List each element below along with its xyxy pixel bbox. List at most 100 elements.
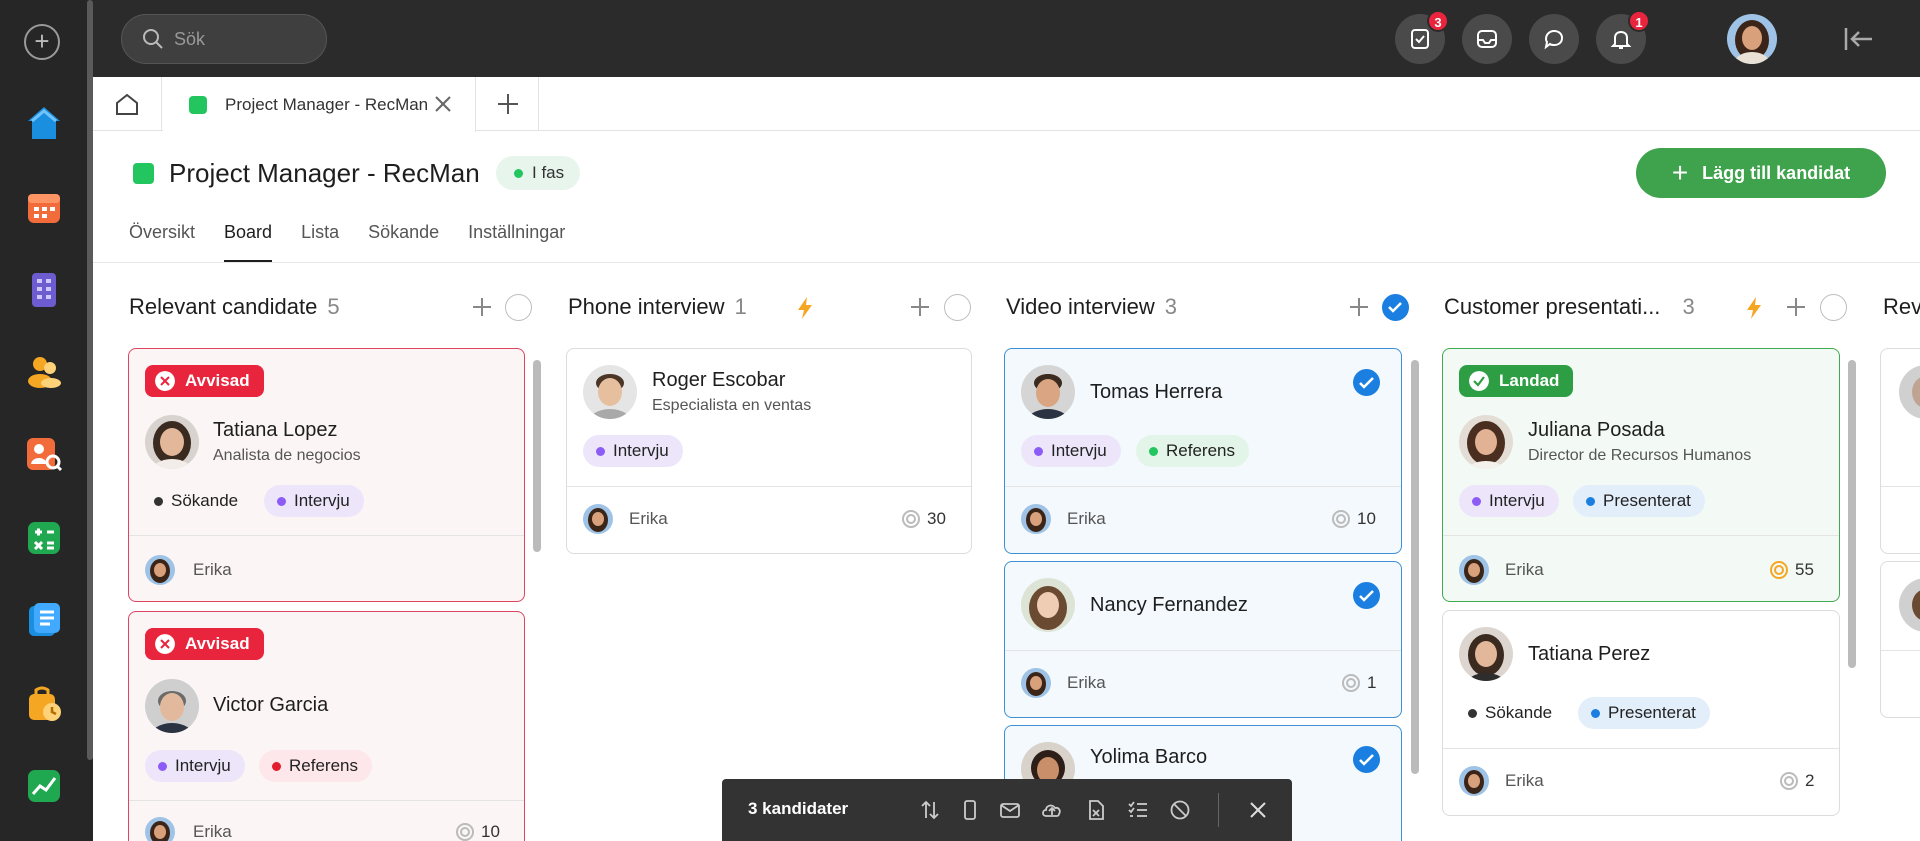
calculator-app-icon[interactable] bbox=[20, 514, 68, 562]
tab-overview[interactable]: Översikt bbox=[129, 222, 195, 262]
candidate-name[interactable]: Roger Escobar bbox=[652, 369, 785, 392]
add-to-column-icon[interactable] bbox=[1785, 296, 1807, 318]
card-divider bbox=[567, 486, 971, 487]
calendar-app-icon[interactable] bbox=[20, 183, 68, 231]
automation-bolt-icon[interactable] bbox=[796, 296, 814, 320]
avatar bbox=[1021, 365, 1075, 419]
avatar bbox=[1899, 578, 1920, 632]
home-app-icon[interactable] bbox=[20, 99, 68, 147]
select-column-checkbox[interactable] bbox=[1820, 294, 1847, 321]
score: 10 bbox=[1331, 509, 1376, 529]
bell-icon bbox=[1610, 30, 1632, 49]
card-select-checkbox[interactable] bbox=[1353, 582, 1380, 609]
close-tab-icon[interactable] bbox=[433, 94, 453, 114]
home-tab[interactable] bbox=[93, 77, 162, 131]
candidate-name[interactable]: Juliana Posada bbox=[1528, 419, 1665, 442]
excel-export-icon[interactable] bbox=[1084, 798, 1108, 822]
avatar bbox=[583, 365, 637, 419]
tab-board[interactable]: Board bbox=[224, 222, 273, 262]
chat-button[interactable] bbox=[1529, 14, 1579, 64]
card-select-checkbox[interactable] bbox=[1353, 746, 1380, 773]
select-column-checkbox[interactable] bbox=[505, 294, 532, 321]
candidate-card[interactable]: Tomas Herrera Intervju Referens Erika 10 bbox=[1004, 348, 1402, 554]
tab-project-manager[interactable]: Project Manager - RecMan bbox=[163, 77, 476, 132]
contacts-app-icon[interactable] bbox=[20, 347, 68, 395]
column-header-customer-presentation: Customer presentati... 3 bbox=[1444, 290, 1849, 326]
card-select-checkbox[interactable] bbox=[1353, 369, 1380, 396]
notifications-button[interactable]: 1 bbox=[1596, 10, 1650, 64]
tag-applicant: Sökande bbox=[141, 485, 252, 517]
owner-name: Erika bbox=[1067, 673, 1106, 692]
candidate-card[interactable] bbox=[1880, 561, 1920, 718]
tab-settings[interactable]: Inställningar bbox=[468, 222, 565, 262]
create-new-icon[interactable]: + bbox=[24, 24, 60, 60]
checklist-icon[interactable] bbox=[1126, 798, 1150, 822]
search-input[interactable] bbox=[174, 28, 314, 50]
mobile-sms-icon[interactable] bbox=[958, 798, 982, 822]
add-candidate-button[interactable]: + Lägg till kandidat bbox=[1636, 148, 1886, 198]
tab-list[interactable]: Lista bbox=[301, 222, 339, 262]
candidate-card[interactable] bbox=[1880, 348, 1920, 554]
owner-avatar bbox=[583, 504, 613, 534]
close-icon[interactable] bbox=[1246, 798, 1270, 822]
search-box[interactable] bbox=[121, 14, 327, 64]
selected-count: 3 kandidater bbox=[748, 799, 849, 818]
top-bar: 3 1 bbox=[93, 0, 1920, 77]
column-header-review: Rev bbox=[1883, 290, 1920, 326]
add-to-column-icon[interactable] bbox=[471, 296, 493, 318]
candidate-card[interactable]: Roger Escobar Especialista en ventas Int… bbox=[566, 348, 972, 554]
candidate-name[interactable]: Nancy Fernandez bbox=[1090, 594, 1248, 617]
new-tab-button[interactable] bbox=[477, 77, 539, 131]
email-icon[interactable] bbox=[998, 798, 1022, 822]
select-column-checkbox[interactable] bbox=[944, 294, 971, 321]
column-scrollbar[interactable] bbox=[533, 360, 541, 552]
sort-arrows-icon[interactable] bbox=[918, 798, 942, 822]
column-scrollbar[interactable] bbox=[1411, 360, 1419, 774]
candidate-name[interactable]: Tatiana Lopez bbox=[213, 419, 338, 442]
block-icon[interactable] bbox=[1168, 798, 1192, 822]
column-title: Video interview 3 bbox=[1006, 294, 1178, 319]
candidate-card[interactable]: Tatiana Perez Sökande Presenterat Erika … bbox=[1442, 610, 1840, 816]
timesheet-app-icon[interactable] bbox=[20, 680, 68, 728]
tag-presented: Presenterat bbox=[1573, 485, 1705, 517]
column-title: Customer presentati... 3 bbox=[1444, 294, 1695, 319]
select-column-checkbox[interactable] bbox=[1382, 294, 1409, 321]
card-divider bbox=[129, 535, 524, 536]
candidate-card[interactable]: Avvisad Victor Garcia Intervju Referens … bbox=[128, 611, 525, 841]
phase-status-badge[interactable]: I fas bbox=[496, 156, 581, 190]
avatar bbox=[1899, 365, 1920, 419]
candidate-card[interactable]: Landad Juliana Posada Director de Recurs… bbox=[1442, 348, 1840, 602]
candidate-name[interactable]: Victor Garcia bbox=[213, 694, 328, 717]
candidate-card[interactable]: Nancy Fernandez Erika 1 bbox=[1004, 561, 1402, 718]
column-scrollbar[interactable] bbox=[1848, 360, 1856, 668]
automation-bolt-icon[interactable] bbox=[1745, 296, 1763, 320]
owner-avatar bbox=[1459, 766, 1489, 796]
user-avatar[interactable] bbox=[1727, 14, 1777, 64]
checkmark-icon bbox=[1359, 754, 1374, 766]
add-to-column-icon[interactable] bbox=[909, 296, 931, 318]
tasks-button[interactable]: 3 bbox=[1395, 10, 1449, 64]
cloud-upload-icon[interactable] bbox=[1040, 798, 1064, 822]
status-badge: Landad bbox=[1459, 365, 1574, 397]
documents-app-icon[interactable] bbox=[20, 596, 68, 644]
add-to-column-icon[interactable] bbox=[1348, 296, 1370, 318]
column-header-phone: Phone interview 1 bbox=[568, 290, 973, 326]
analytics-app-icon[interactable] bbox=[20, 762, 68, 810]
tab-applicants[interactable]: Sökande bbox=[368, 222, 439, 262]
candidate-name[interactable]: Tatiana Perez bbox=[1528, 643, 1650, 666]
candidate-name[interactable]: Yolima Barco bbox=[1090, 746, 1207, 769]
owner-avatar bbox=[1459, 555, 1489, 585]
collapse-panel-button[interactable] bbox=[1843, 24, 1875, 54]
candidate-search-app-icon[interactable] bbox=[20, 430, 68, 478]
candidate-name[interactable]: Tomas Herrera bbox=[1090, 381, 1222, 404]
inbox-button[interactable] bbox=[1462, 14, 1512, 64]
tag-reference: Referens bbox=[1136, 435, 1249, 467]
notifications-badge: 1 bbox=[1628, 10, 1650, 32]
tag-interview: Intervju bbox=[264, 485, 364, 517]
chat-bubble-icon bbox=[1544, 29, 1564, 50]
candidate-card[interactable]: Avvisad Tatiana Lopez Analista de negoci… bbox=[128, 348, 525, 602]
checkmark-icon bbox=[1388, 302, 1402, 313]
rejected-x-icon bbox=[155, 371, 175, 391]
companies-app-icon[interactable] bbox=[20, 265, 68, 313]
bulk-bar-divider bbox=[1218, 793, 1219, 827]
